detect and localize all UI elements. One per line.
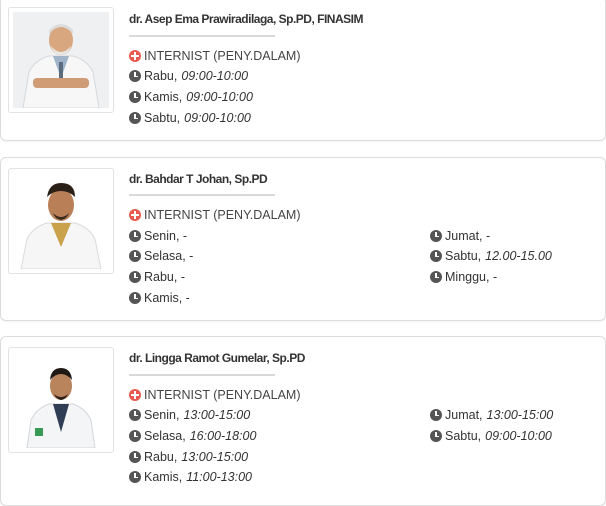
schedule-item: Minggu, - xyxy=(430,270,497,284)
clock-icon xyxy=(129,292,141,304)
clock-icon xyxy=(430,409,442,421)
doctor-photo-image xyxy=(13,173,109,269)
schedule-time: 09:00-10:00 xyxy=(184,111,251,125)
schedule-time: 13:00-15:00 xyxy=(183,408,251,422)
clock-icon xyxy=(129,409,141,421)
schedule-day: Selasa, - xyxy=(144,249,194,263)
clock-icon xyxy=(129,70,141,82)
clock-icon xyxy=(129,451,141,463)
doctor-name[interactable]: dr. Asep Ema Prawiradilaga, Sp.PD, FINAS… xyxy=(129,12,363,26)
schedule-item: Kamis, 11:00-13:00 xyxy=(129,470,252,484)
schedule-day: Kamis, xyxy=(144,470,183,484)
schedule-day: Selasa, xyxy=(144,429,186,443)
schedule-day: Minggu, - xyxy=(445,270,498,284)
schedule-item: Kamis, - xyxy=(129,291,190,305)
schedule-item: Jumat, 13:00-15:00 xyxy=(430,408,553,422)
clock-icon xyxy=(430,271,442,283)
schedule-item: Jumat, - xyxy=(430,229,490,243)
doctor-photo xyxy=(8,7,114,113)
schedule-item: Selasa, - xyxy=(129,249,193,263)
specialty-label: INTERNIST (PENY.DALAM) xyxy=(144,208,301,222)
schedule-day: Sabtu, xyxy=(144,111,181,125)
doctor-name[interactable]: dr. Bahdar T Johan, Sp.PD xyxy=(129,172,268,186)
schedule-day: Rabu, - xyxy=(144,270,185,284)
doctor-photo xyxy=(8,168,114,274)
schedule-day: Rabu, xyxy=(144,450,178,464)
clock-icon xyxy=(129,112,141,124)
doctor-photo xyxy=(8,347,114,453)
doctor-name[interactable]: dr. Lingga Ramot Gumelar, Sp.PD xyxy=(129,351,305,365)
schedule-day: Kamis, xyxy=(144,90,183,104)
schedule-time: 09:00-10:00 xyxy=(186,90,253,104)
doctor-card[interactable]: dr. Bahdar T Johan, Sp.PD INTERNIST (PEN… xyxy=(0,157,606,321)
medical-plus-icon xyxy=(129,389,141,401)
name-divider xyxy=(129,194,275,196)
schedule-time: 13:00-15:00 xyxy=(486,408,554,422)
schedule-item: Kamis, 09:00-10:00 xyxy=(129,90,253,104)
clock-icon xyxy=(129,230,141,242)
schedule-day: Kamis, - xyxy=(144,291,190,305)
clock-icon xyxy=(430,230,442,242)
name-divider xyxy=(129,35,275,37)
schedule-time: 13:00-15:00 xyxy=(181,450,249,464)
specialty: INTERNIST (PENY.DALAM) xyxy=(129,388,301,402)
schedule-item: Rabu, - xyxy=(129,270,185,284)
name-divider xyxy=(129,374,275,376)
schedule-day: Senin, - xyxy=(144,229,188,243)
schedule-day: Senin, xyxy=(144,408,180,422)
specialty: INTERNIST (PENY.DALAM) xyxy=(129,208,301,222)
doctor-card[interactable]: dr. Lingga Ramot Gumelar, Sp.PD INTERNIS… xyxy=(0,336,606,506)
medical-plus-icon xyxy=(129,209,141,221)
schedule-time: 12.00-15.00 xyxy=(485,249,552,263)
doctor-card[interactable]: dr. Asep Ema Prawiradilaga, Sp.PD, FINAS… xyxy=(0,0,606,141)
schedule-day: Rabu, xyxy=(144,69,178,83)
doctor-photo-image xyxy=(13,12,109,108)
specialty: INTERNIST (PENY.DALAM) xyxy=(129,49,301,63)
specialty-label: INTERNIST (PENY.DALAM) xyxy=(144,388,301,402)
clock-icon xyxy=(129,250,141,262)
clock-icon xyxy=(129,430,141,442)
clock-icon xyxy=(129,471,141,483)
clock-icon xyxy=(129,271,141,283)
schedule-day: Jumat, xyxy=(445,408,483,422)
schedule-item: Rabu, 09:00-10:00 xyxy=(129,69,248,83)
schedule-item: Sabtu, 12.00-15.00 xyxy=(430,249,552,263)
medical-plus-icon xyxy=(129,50,141,62)
schedule-item: Senin, - xyxy=(129,229,187,243)
doctor-photo-image xyxy=(13,352,109,448)
schedule-item: Senin, 13:00-15:00 xyxy=(129,408,250,422)
schedule-item: Sabtu, 09:00-10:00 xyxy=(430,429,552,443)
schedule-day: Jumat, - xyxy=(445,229,491,243)
schedule-time: 09:00-10:00 xyxy=(485,429,552,443)
schedule-item: Selasa, 16:00-18:00 xyxy=(129,429,256,443)
schedule-time: 09:00-10:00 xyxy=(181,69,249,83)
schedule-time: 11:00-13:00 xyxy=(186,470,252,484)
clock-icon xyxy=(430,250,442,262)
schedule-item: Sabtu, 09:00-10:00 xyxy=(129,111,251,125)
clock-icon xyxy=(430,430,442,442)
schedule-time: 16:00-18:00 xyxy=(189,429,257,443)
clock-icon xyxy=(129,91,141,103)
schedule-day: Sabtu, xyxy=(445,429,482,443)
schedule-day: Sabtu, xyxy=(445,249,482,263)
specialty-label: INTERNIST (PENY.DALAM) xyxy=(144,49,301,63)
schedule-item: Rabu, 13:00-15:00 xyxy=(129,450,248,464)
